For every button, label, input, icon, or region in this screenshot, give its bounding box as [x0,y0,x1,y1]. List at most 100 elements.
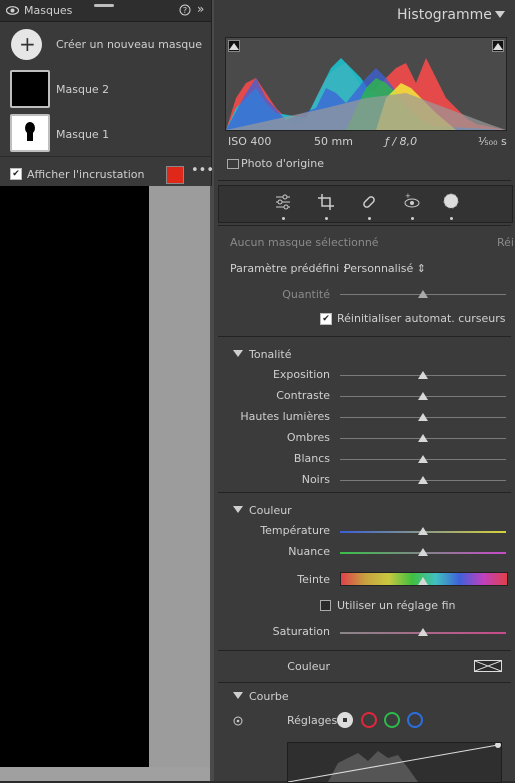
aperture: ƒ / 8,0 [385,135,418,148]
mask-icon[interactable] [442,192,460,210]
tone-slider-thumb[interactable] [418,476,428,484]
fine-adjust-checkbox[interactable] [320,600,331,611]
preset-label: Paramètre prédéfini : [230,262,347,275]
divider [0,156,211,157]
highlight-clipping-icon[interactable] [492,40,504,52]
svg-text:+: + [405,192,411,200]
tone-slider-thumb[interactable] [418,455,428,463]
amount-label: Quantité [282,288,330,301]
collapse-triangle-icon[interactable] [495,11,505,18]
fine-adjust-label: Utiliser un réglage fin [337,599,456,612]
tool-strip: + [218,185,513,223]
histogram[interactable] [225,37,507,131]
canvas-margin [149,186,213,767]
target-adjust-icon[interactable] [233,716,243,726]
divider [218,650,511,651]
curve-channel-blue[interactable] [407,712,423,728]
curve-settings-label: Réglages [287,714,338,727]
mask-2-thumbnail[interactable] [10,70,50,108]
saturation-label: Saturation [272,625,330,638]
curve-collapse-icon[interactable] [233,692,243,699]
focal-length: 50 mm [314,135,353,148]
saturation-slider-thumb[interactable] [418,628,428,636]
no-color-icon [474,660,502,672]
divider [218,492,511,493]
tint-slider-thumb[interactable] [418,548,428,556]
healing-icon[interactable] [361,194,377,210]
redeye-icon[interactable]: + [403,192,421,210]
crop-icon[interactable] [318,194,334,210]
hue-label: Teinte [297,573,330,586]
color-title[interactable]: Couleur [249,504,292,517]
silhouette-icon [25,122,35,141]
divider [218,180,511,181]
plus-icon: + [19,32,36,56]
curve-graph-svg [288,743,501,782]
auto-reset-label: Réinitialiser automat. curseurs [337,312,506,325]
divider [218,682,511,683]
curve-channel-green[interactable] [384,712,400,728]
original-photo-icon[interactable] [227,159,239,169]
svg-text:?: ? [183,6,187,15]
create-mask-label[interactable]: Créer un nouveau masque [56,38,202,51]
photo-preview[interactable] [0,186,149,767]
curve-channel-red[interactable] [361,712,377,728]
masks-panel-header[interactable]: Masques ? » [0,0,211,22]
tool-dot [282,217,285,220]
color-swatch-label: Couleur [287,660,330,673]
tone-slider-thumb[interactable] [418,392,428,400]
masks-panel: Masques ? » + Créer un nouveau masque Ma… [0,0,214,186]
temperature-slider-thumb[interactable] [418,527,428,535]
tool-dot [411,217,414,220]
drag-handle[interactable] [94,4,114,7]
sliders-icon[interactable] [275,194,291,210]
tone-title[interactable]: Tonalité [249,348,292,361]
hue-slider-thumb[interactable] [418,577,428,585]
divider [218,225,511,226]
help-icon[interactable]: ? [179,4,191,16]
divider [218,336,511,337]
tone-slider-label: Blancs [293,452,330,465]
tool-dot [325,217,328,220]
mask-1-label[interactable]: Masque 1 [56,128,109,141]
auto-reset-checkbox[interactable]: ✔ [320,313,332,325]
tone-collapse-icon[interactable] [233,350,243,357]
preset-dropdown[interactable]: Personnalisé ⇕ [344,262,426,275]
more-options-icon[interactable]: ••• [191,163,214,178]
tool-dot [368,217,371,220]
curve-title[interactable]: Courbe [249,690,289,703]
overlay-color-swatch[interactable] [166,166,184,184]
tone-slider-thumb[interactable] [418,371,428,379]
shadow-clipping-icon[interactable] [228,40,240,52]
shutter-speed: ⅟₅₀₀ s [478,135,507,148]
amount-slider-thumb[interactable] [418,290,428,298]
reset-button[interactable]: Réi [497,236,514,249]
eye-icon[interactable] [6,6,19,15]
mask-1-thumbnail[interactable] [10,114,50,152]
temperature-label: Température [260,524,330,537]
overlay-label: Afficher l'incrustation [27,168,145,181]
overlay-checkbox[interactable]: ✔ [10,168,22,180]
tone-slider-label: Exposition [272,368,330,381]
tone-slider-thumb[interactable] [418,434,428,442]
histogram-graph [226,58,506,130]
mask-status: Aucun masque sélectionné [230,236,379,249]
add-mask-button[interactable]: + [11,29,42,60]
curve-channel-rgb[interactable] [337,712,353,728]
iso-value: ISO 400 [228,135,272,148]
color-collapse-icon[interactable] [233,506,243,513]
tone-slider-label: Noirs [301,473,330,486]
original-photo-label[interactable]: Photo d'origine [241,157,324,170]
tool-dot [450,217,453,220]
tone-slider-label: Ombres [286,431,330,444]
mask-2-label[interactable]: Masque 2 [56,83,109,96]
tone-slider-label: Hautes lumières [240,410,330,423]
color-swatch-button[interactable] [474,660,502,672]
tone-curve-graph[interactable] [287,742,502,783]
collapse-icon[interactable]: » [197,2,204,16]
masks-title: Masques [24,4,73,17]
tone-slider-label: Contraste [276,389,330,402]
tone-slider-thumb[interactable] [418,413,428,421]
tint-label: Nuance [288,545,330,558]
histogram-title[interactable]: Histogramme [397,7,492,23]
